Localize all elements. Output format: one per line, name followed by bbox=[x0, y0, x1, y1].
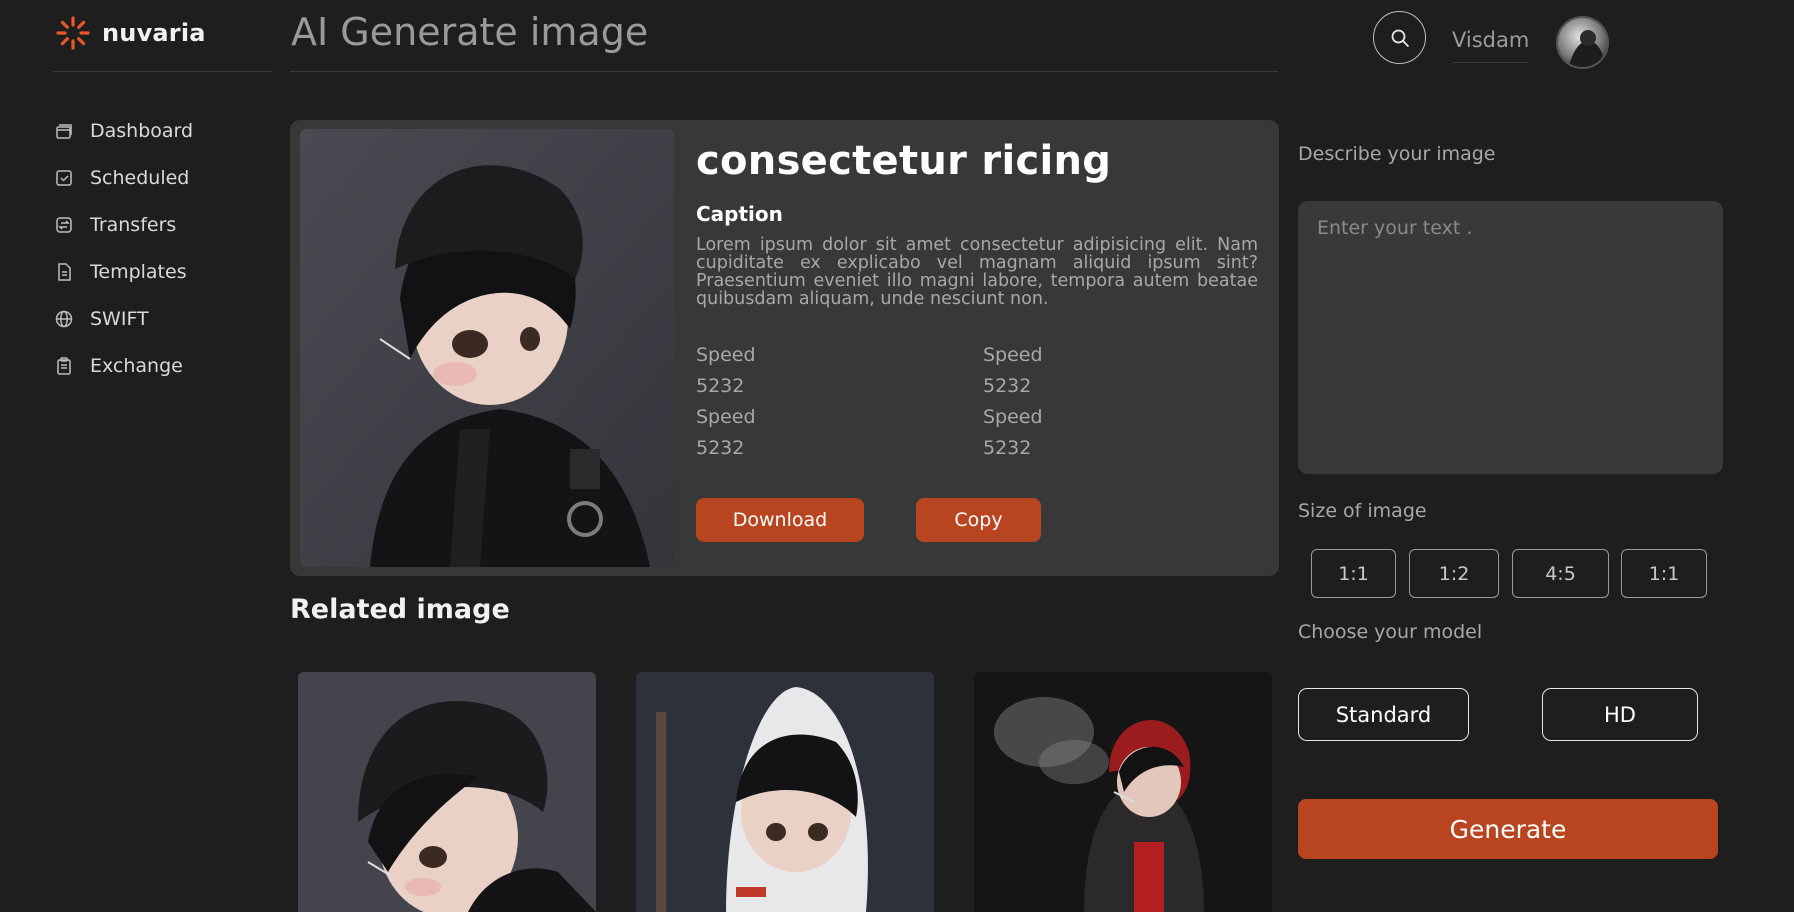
generated-image bbox=[300, 129, 674, 567]
sidebar-item-label: SWIFT bbox=[90, 307, 149, 330]
caption-label: Caption bbox=[696, 202, 783, 226]
sidebar-item-label: Scheduled bbox=[90, 166, 190, 189]
clipboard-icon bbox=[57, 356, 71, 375]
prompt-input[interactable] bbox=[1298, 201, 1723, 474]
stat-value: 5232 bbox=[696, 437, 745, 459]
stat-label: Speed bbox=[983, 344, 1043, 366]
user-name[interactable]: Visdam bbox=[1452, 28, 1530, 63]
globe-icon bbox=[55, 310, 73, 327]
sidebar-divider bbox=[52, 71, 272, 72]
search-icon bbox=[1391, 29, 1409, 47]
page-title: AI Generate image bbox=[291, 10, 649, 54]
stat-label: Speed bbox=[696, 406, 756, 428]
download-button[interactable]: Download bbox=[696, 498, 864, 542]
search-button[interactable] bbox=[1373, 11, 1426, 64]
sidebar-item-label: Exchange bbox=[90, 354, 183, 377]
spinner-logo-icon bbox=[56, 16, 90, 50]
sidebar-item-label: Templates bbox=[90, 260, 187, 283]
size-option-1-2[interactable]: 1:2 bbox=[1409, 549, 1499, 598]
copy-button[interactable]: Copy bbox=[916, 498, 1041, 542]
result-title: consectetur ricing bbox=[696, 138, 1112, 184]
model-label: Choose your model bbox=[1298, 621, 1483, 643]
size-option-1-1-alt[interactable]: 1:1 bbox=[1621, 549, 1707, 598]
model-standard-button[interactable]: Standard bbox=[1298, 688, 1469, 741]
related-image[interactable] bbox=[974, 672, 1272, 912]
sidebar-item-label: Transfers bbox=[90, 213, 177, 236]
sidebar-item-dashboard[interactable]: Dashboard bbox=[54, 117, 193, 144]
model-hd-button[interactable]: HD bbox=[1542, 688, 1698, 741]
sidebar-item-transfers[interactable]: Transfers bbox=[54, 211, 193, 238]
result-card: consectetur ricing Caption Lorem ipsum d… bbox=[290, 120, 1279, 576]
size-label: Size of image bbox=[1298, 500, 1427, 522]
stats-grid: Speed Speed 5232 5232 Speed Speed 5232 5… bbox=[696, 344, 1066, 461]
caption-text: Lorem ipsum dolor sit amet consectetur a… bbox=[696, 235, 1258, 309]
stat-value: 5232 bbox=[983, 437, 1032, 459]
stat-value: 5232 bbox=[983, 375, 1032, 397]
brand-name: nuvaria bbox=[102, 19, 206, 47]
stat-label: Speed bbox=[696, 344, 756, 366]
checkbox-icon bbox=[56, 169, 72, 186]
sidebar-item-label: Dashboard bbox=[90, 119, 194, 142]
dashboard-icon bbox=[56, 123, 72, 139]
sidebar-item-swift[interactable]: SWIFT bbox=[54, 305, 193, 332]
stat-value: 5232 bbox=[696, 375, 745, 397]
related-image[interactable] bbox=[636, 672, 934, 912]
related-image[interactable] bbox=[298, 672, 596, 912]
brand[interactable]: nuvaria bbox=[56, 16, 206, 50]
sidebar-item-exchange[interactable]: Exchange bbox=[54, 352, 193, 379]
describe-label: Describe your image bbox=[1298, 143, 1496, 165]
avatar[interactable] bbox=[1556, 16, 1609, 69]
sidebar-nav: Dashboard Scheduled Transfers Templates … bbox=[54, 117, 193, 379]
size-option-1-1[interactable]: 1:1 bbox=[1311, 549, 1396, 598]
sidebar-item-scheduled[interactable]: Scheduled bbox=[54, 164, 193, 191]
transfer-icon bbox=[56, 216, 72, 233]
document-icon bbox=[58, 262, 71, 281]
sidebar-item-templates[interactable]: Templates bbox=[54, 258, 193, 285]
size-option-4-5[interactable]: 4:5 bbox=[1512, 549, 1609, 598]
related-title: Related image bbox=[290, 594, 510, 625]
generate-button[interactable]: Generate bbox=[1298, 799, 1718, 859]
header-divider bbox=[290, 71, 1278, 72]
stat-label: Speed bbox=[983, 406, 1043, 428]
